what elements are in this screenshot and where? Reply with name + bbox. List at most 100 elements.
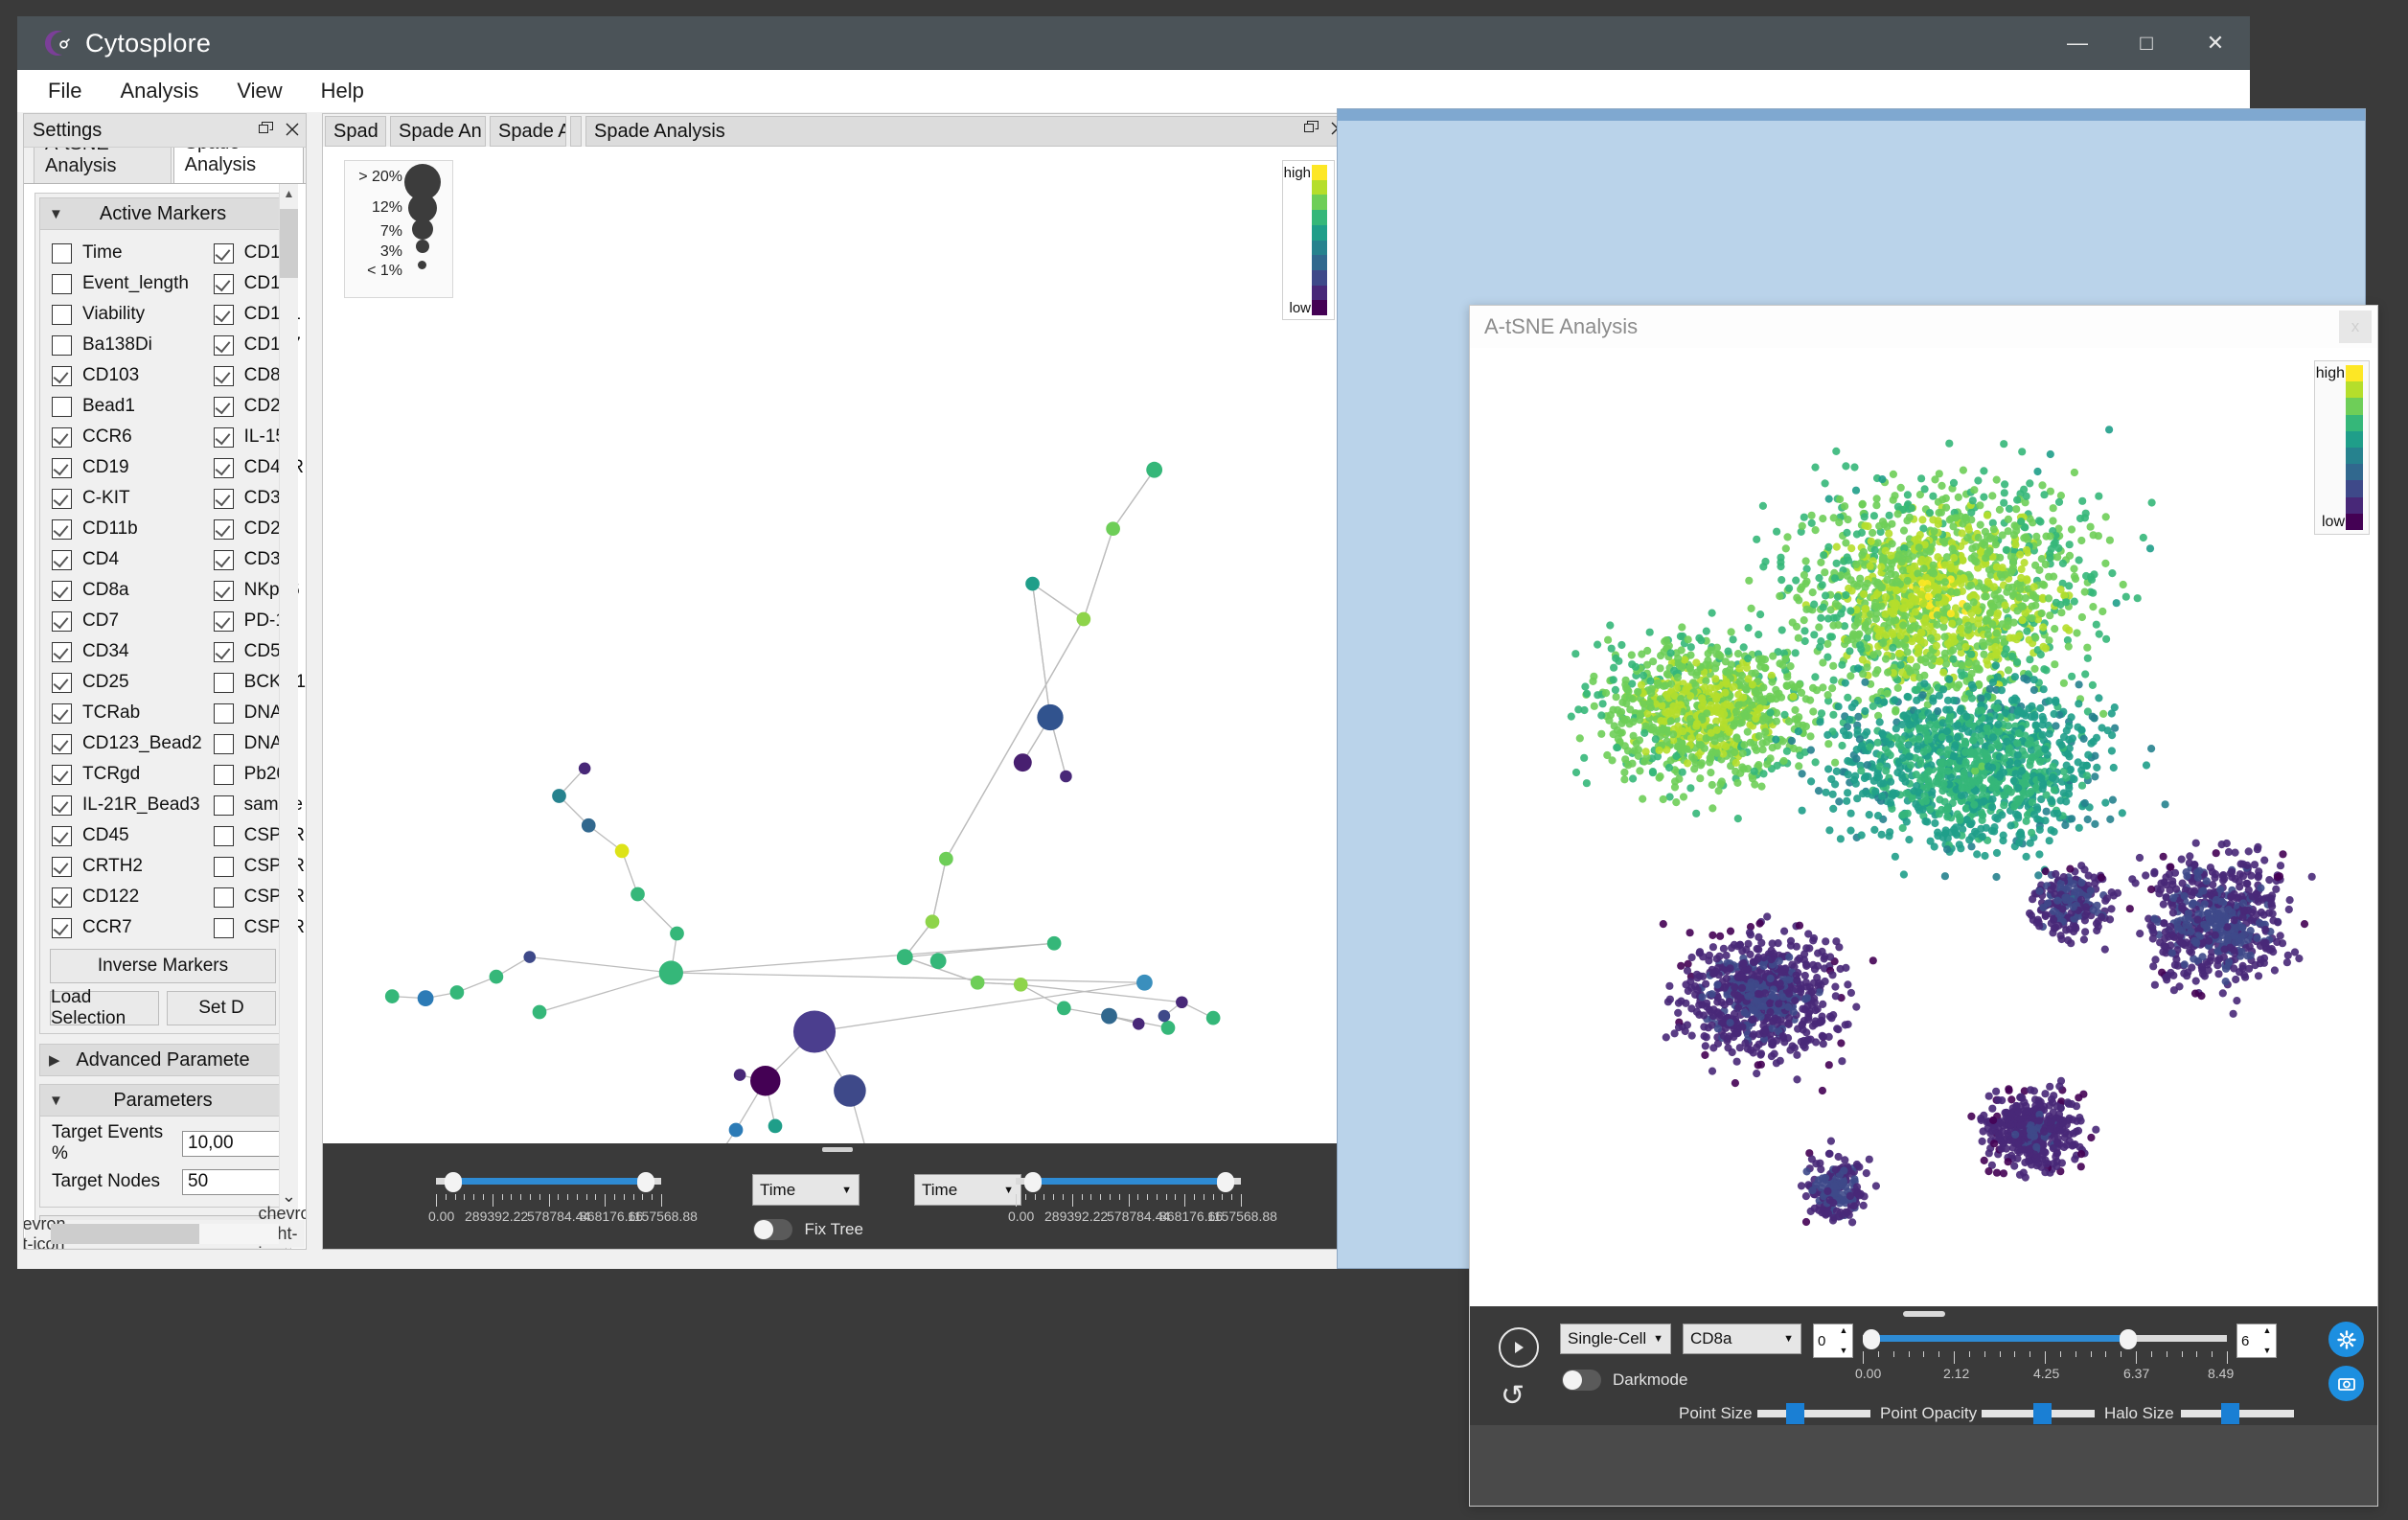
marker-checkbox[interactable] [213, 672, 234, 693]
marker-row-left-13[interactable]: CD34 [40, 636, 202, 667]
target-events-input[interactable] [182, 1130, 282, 1157]
marker-checkbox[interactable] [52, 334, 72, 356]
marker-checkbox[interactable] [213, 457, 234, 478]
marker-row-left-10[interactable]: CD4 [40, 544, 202, 575]
marker-row-left-3[interactable]: Ba138Di [40, 330, 202, 360]
marker-checkbox[interactable] [52, 641, 72, 662]
marker-checkbox[interactable] [213, 610, 234, 632]
marker-row-left-11[interactable]: CD8a [40, 575, 202, 606]
settings-vertical-scrollbar[interactable]: ▲ [279, 184, 298, 1220]
advanced-parameters-header[interactable]: ▶ Advanced Paramete [39, 1044, 287, 1076]
close-button[interactable]: ✕ [2181, 16, 2250, 70]
chevron-down-icon[interactable]: ▼ [1003, 1185, 1014, 1196]
hscroll-thumb[interactable] [51, 1224, 199, 1244]
marker-checkbox[interactable] [213, 396, 234, 417]
atsne-points[interactable] [1470, 348, 2377, 1306]
right-range-knob-max[interactable] [1217, 1172, 1234, 1192]
marker-checkbox[interactable] [213, 334, 234, 356]
max-value-spinner[interactable]: 6 ▲ ▼ [2236, 1324, 2277, 1358]
mode-combo[interactable]: Single-Cell ▼ [1560, 1324, 1671, 1354]
darkmode-control[interactable]: Darkmode [1562, 1370, 1687, 1391]
play-icon[interactable] [1499, 1327, 1539, 1368]
left-range-knob-max[interactable] [637, 1172, 654, 1192]
marker-checkbox[interactable] [213, 304, 234, 325]
point-opacity-slider[interactable] [1982, 1403, 2095, 1424]
marker-checkbox[interactable] [52, 917, 72, 938]
spade-tab-1[interactable]: Spad [325, 116, 386, 147]
marker-checkbox[interactable] [52, 426, 72, 448]
marker-checkbox[interactable] [52, 273, 72, 294]
marker-row-left-12[interactable]: CD7 [40, 606, 202, 636]
marker-checkbox[interactable] [52, 887, 72, 908]
marker-row-left-15[interactable]: TCRab [40, 698, 202, 728]
spade-tab-3[interactable]: Spade A [490, 116, 566, 147]
marker-checkbox[interactable] [213, 426, 234, 448]
marker-checkbox[interactable] [213, 917, 234, 938]
marker-checkbox[interactable] [213, 856, 234, 877]
min-value-spinner[interactable]: 0 ▲ ▼ [1813, 1324, 1853, 1358]
triangle-down-icon[interactable]: ▼ [49, 206, 63, 222]
parameters-header[interactable]: ▼ Parameters [39, 1084, 287, 1117]
marker-checkbox[interactable] [213, 365, 234, 386]
menu-item-view[interactable]: View [221, 75, 297, 107]
marker-checkbox[interactable] [213, 518, 234, 540]
marker-checkbox[interactable] [52, 549, 72, 570]
marker-row-left-7[interactable]: CD19 [40, 452, 202, 483]
marker-checkbox[interactable] [52, 488, 72, 509]
triangle-down-icon[interactable]: ▼ [49, 1093, 63, 1109]
splitter-handle[interactable] [821, 1147, 853, 1152]
gear-icon[interactable] [2328, 1322, 2364, 1357]
value-range-knob-max[interactable] [2120, 1329, 2137, 1349]
spade-tree-graph[interactable] [323, 147, 1351, 1143]
left-range-knob-min[interactable] [445, 1172, 462, 1192]
marker-checkbox[interactable] [52, 825, 72, 846]
marker-row-left-14[interactable]: CD25 [40, 667, 202, 698]
float-dock-icon[interactable] [1304, 121, 1319, 140]
inverse-markers-button[interactable]: Inverse Markers [50, 949, 276, 983]
marker-checkbox[interactable] [213, 825, 234, 846]
marker-checkbox[interactable] [52, 396, 72, 417]
marker-row-left-6[interactable]: CCR6 [40, 422, 202, 452]
marker-row-left-19[interactable]: CD45 [40, 820, 202, 851]
scroll-thumb[interactable] [280, 209, 298, 278]
marker-checkbox[interactable] [52, 856, 72, 877]
chevron-down-icon[interactable]: ▼ [1783, 1333, 1794, 1345]
close-icon[interactable] [286, 123, 299, 139]
marker-row-left-22[interactable]: CCR7 [40, 912, 202, 943]
marker-combo[interactable]: CD8a ▼ [1683, 1324, 1801, 1354]
menu-item-analysis[interactable]: Analysis [104, 75, 214, 107]
atsne-scatter-plot[interactable]: high low [1470, 348, 2377, 1306]
marker-row-left-17[interactable]: TCRgd [40, 759, 202, 790]
marker-checkbox[interactable] [52, 795, 72, 816]
marker-checkbox[interactable] [52, 610, 72, 632]
marker-checkbox[interactable] [52, 242, 72, 264]
active-markers-header[interactable]: ▼ Active Markers [39, 197, 287, 230]
marker-checkbox[interactable] [213, 580, 234, 601]
marker-checkbox[interactable] [213, 488, 234, 509]
settings-horizontal-scrollbar[interactable]: chevron-left-icon chevron-right-icon [24, 1204, 306, 1249]
marker-checkbox[interactable] [213, 641, 234, 662]
close-icon[interactable]: x [2339, 311, 2372, 343]
marker-row-left-18[interactable]: IL-21R_Bead3 [40, 790, 202, 820]
marker-row-left-1[interactable]: Event_length [40, 268, 202, 299]
marker-checkbox[interactable] [213, 733, 234, 754]
marker-checkbox[interactable] [213, 549, 234, 570]
right-range-knob-min[interactable] [1024, 1172, 1042, 1192]
chevron-right-icon[interactable]: chevron-right-icon [258, 1204, 306, 1249]
marker-checkbox[interactable] [213, 795, 234, 816]
fix-tree-control[interactable]: Fix Tree [752, 1219, 863, 1240]
marker-checkbox[interactable] [213, 887, 234, 908]
point-size-slider[interactable] [1757, 1403, 1870, 1424]
spade-tab-4[interactable] [570, 116, 582, 147]
marker-row-left-2[interactable]: Viability [40, 299, 202, 330]
marker-checkbox[interactable] [52, 518, 72, 540]
marker-checkbox[interactable] [52, 580, 72, 601]
marker-checkbox[interactable] [52, 764, 72, 785]
set-default-button[interactable]: Set D [167, 991, 276, 1025]
fix-tree-toggle[interactable] [752, 1219, 792, 1240]
marker-row-left-9[interactable]: CD11b [40, 514, 202, 544]
chevron-down-icon[interactable]: ▼ [1653, 1333, 1663, 1345]
float-dock-icon[interactable] [259, 122, 273, 139]
marker-checkbox[interactable] [213, 273, 234, 294]
right-axis-combo[interactable]: Time ▼ [914, 1174, 1021, 1206]
